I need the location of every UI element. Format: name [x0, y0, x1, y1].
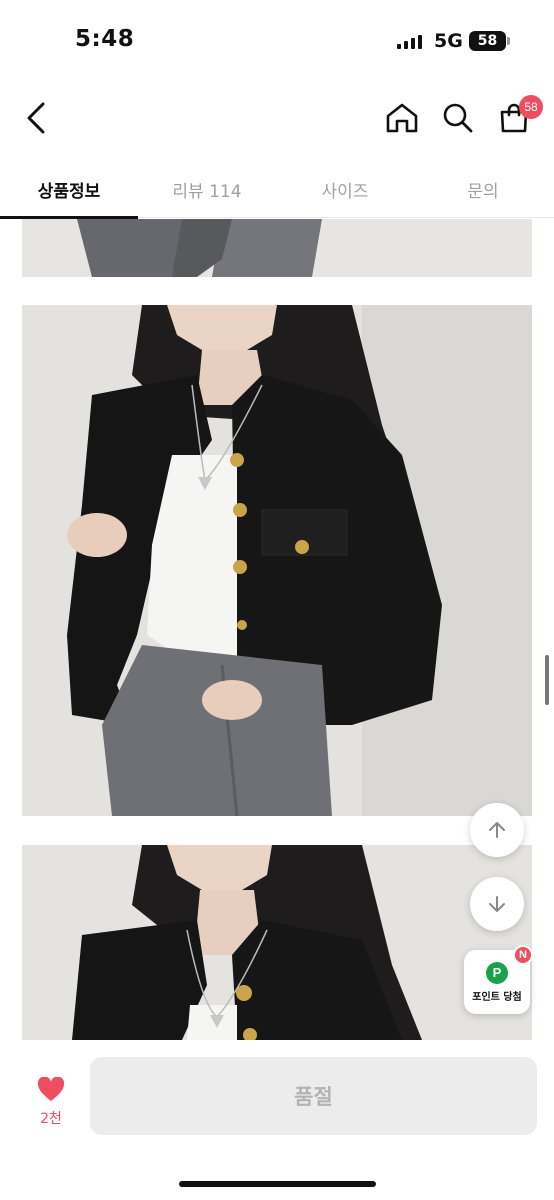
battery-icon: 58	[469, 31, 506, 51]
home-indicator	[179, 1181, 376, 1187]
product-tabs: 상품정보 리뷰 114 사이즈 문의	[0, 160, 554, 219]
chevron-left-icon	[27, 102, 45, 134]
status-bar: 5:48 5G 58	[0, 0, 554, 80]
scroll-indicator[interactable]	[545, 655, 549, 705]
tab-inquiry[interactable]: 문의	[414, 160, 552, 218]
product-photo	[22, 845, 532, 1040]
signal-icon	[397, 35, 422, 49]
tab-product-info[interactable]: 상품정보	[0, 160, 138, 219]
heart-icon	[37, 1076, 65, 1101]
top-nav	[0, 86, 554, 150]
bottom-action-bar: 2천 품절	[0, 1040, 554, 1200]
point-label: 포인트 당첨	[472, 991, 522, 1003]
home-icon	[386, 103, 418, 133]
product-photo	[22, 219, 532, 277]
home-button[interactable]	[380, 96, 424, 140]
product-photo-main	[22, 305, 532, 816]
search-icon	[443, 103, 473, 133]
network-type: 5G	[434, 30, 463, 52]
new-badge: N	[513, 945, 533, 965]
arrow-up-icon	[489, 822, 505, 838]
like-count: 2천	[40, 1110, 62, 1127]
tab-reviews[interactable]: 리뷰 114	[138, 160, 276, 218]
scroll-to-top-button[interactable]	[470, 803, 524, 857]
arrow-down-icon	[489, 896, 505, 912]
status-time: 5:48	[75, 26, 135, 52]
soldout-button[interactable]: 품절	[90, 1057, 537, 1135]
back-button[interactable]	[14, 94, 58, 142]
tab-size[interactable]: 사이즈	[276, 160, 414, 218]
battery-level: 58	[477, 33, 498, 49]
search-button[interactable]	[436, 96, 480, 140]
cart-count-badge: 58	[519, 95, 543, 119]
scroll-to-bottom-button[interactable]	[470, 877, 524, 931]
battery-cap	[507, 37, 510, 45]
like-button[interactable]: 2천	[20, 1070, 82, 1134]
point-icon: P	[486, 961, 508, 984]
